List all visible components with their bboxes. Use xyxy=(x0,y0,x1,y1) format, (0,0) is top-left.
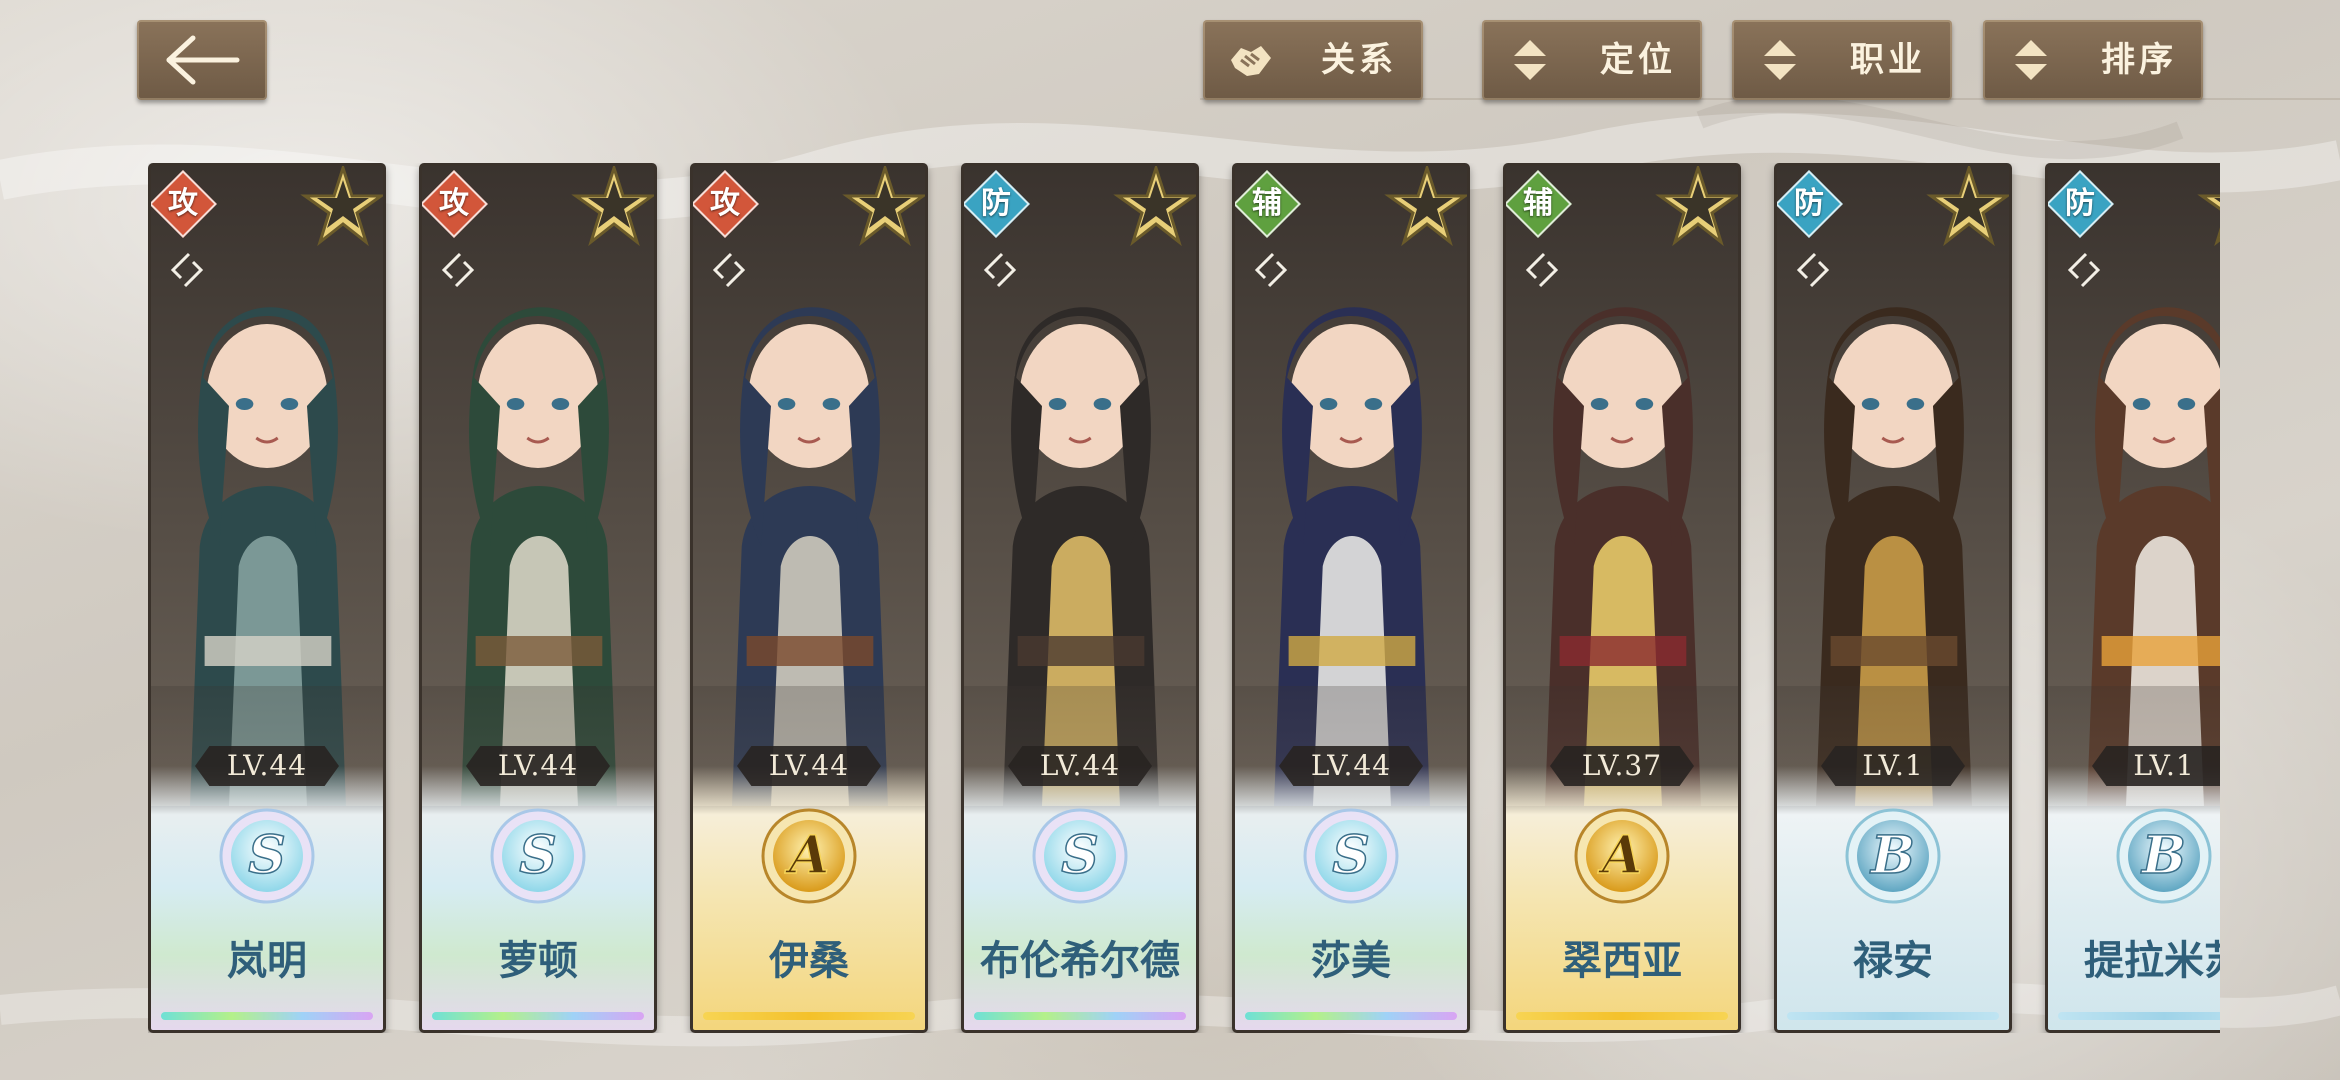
hero-name: 伊桑 xyxy=(769,937,849,984)
hero-name: 翠西亚 xyxy=(1562,937,1682,984)
svg-text:S: S xyxy=(248,825,286,886)
star-icon xyxy=(300,166,383,247)
role-label: 攻 xyxy=(168,186,198,221)
svg-text:S: S xyxy=(519,825,557,886)
hero-card[interactable]: 攻 LV.44 A 伊桑 xyxy=(690,163,928,1033)
level-badge: LV.44 xyxy=(1008,746,1152,786)
link-chain-icon xyxy=(1525,252,1559,288)
link-chain-icon xyxy=(170,252,204,288)
sort-button[interactable]: 排序 xyxy=(1983,20,2203,100)
star-icon xyxy=(1655,166,1738,247)
star-icon xyxy=(1384,166,1467,247)
rarity-s-icon: S xyxy=(1303,808,1399,904)
link-chain-icon xyxy=(1796,252,1830,288)
rarity-s-icon: S xyxy=(219,808,315,904)
role-label: 攻 xyxy=(439,186,469,221)
hero-card[interactable]: 辅 LV.37 A 翠西亚 xyxy=(1503,163,1741,1033)
rarity-b-icon: B xyxy=(2116,808,2212,904)
card-rarity-bar xyxy=(1787,1012,1999,1020)
card-rarity-bar xyxy=(161,1012,373,1020)
class-filter-label: 职业 xyxy=(1850,40,1926,80)
position-filter-label: 定位 xyxy=(1600,40,1676,80)
link-chain-icon xyxy=(1254,252,1288,288)
hero-name: 禄安 xyxy=(1853,937,1933,984)
star-icon xyxy=(1113,166,1196,247)
rarity-a-icon: A xyxy=(761,808,857,904)
card-rarity-bar xyxy=(1245,1012,1457,1020)
svg-text:A: A xyxy=(1597,825,1642,886)
link-chain-icon xyxy=(2067,252,2101,288)
link-chain-icon xyxy=(712,252,746,288)
role-label: 辅 xyxy=(1523,186,1553,221)
back-button[interactable] xyxy=(137,20,267,100)
hero-card[interactable]: 防 LV.1 B 禄安 xyxy=(1774,163,2012,1033)
hero-card[interactable]: 辅 LV.44 S 莎美 xyxy=(1232,163,1470,1033)
level-badge: LV.37 xyxy=(1550,746,1694,786)
sort-label: 排序 xyxy=(2101,40,2177,80)
card-rarity-bar xyxy=(974,1012,1186,1020)
svg-text:S: S xyxy=(1061,825,1099,886)
link-chain-icon xyxy=(983,252,1017,288)
level-badge: LV.44 xyxy=(195,746,339,786)
card-rarity-bar xyxy=(432,1012,644,1020)
svg-text:A: A xyxy=(784,825,829,886)
level-badge: LV.44 xyxy=(737,746,881,786)
role-label: 攻 xyxy=(710,186,740,221)
rarity-s-icon: S xyxy=(1032,808,1128,904)
svg-text:B: B xyxy=(2140,825,2186,886)
level-badge: LV.44 xyxy=(466,746,610,786)
sort-updown-icon xyxy=(1514,40,1546,80)
hero-name: 提拉米苏 xyxy=(2084,937,2220,984)
rarity-b-icon: B xyxy=(1845,808,1941,904)
role-label: 防 xyxy=(1794,186,1824,221)
hero-name: 布伦希尔德 xyxy=(980,937,1180,984)
hero-card[interactable]: 攻 LV.44 S 岚明 xyxy=(148,163,386,1033)
relation-button[interactable]: 关系 xyxy=(1203,20,1423,100)
back-arrow-icon xyxy=(166,35,240,85)
relation-label: 关系 xyxy=(1321,40,1397,80)
card-rarity-bar xyxy=(2058,1012,2220,1020)
star-icon xyxy=(2197,194,2220,247)
sort-updown-icon xyxy=(2015,40,2047,80)
rarity-s-icon: S xyxy=(490,808,586,904)
hero-card[interactable]: 攻 LV.44 S 萝顿 xyxy=(419,163,657,1033)
svg-text:S: S xyxy=(1332,825,1370,886)
hero-card[interactable]: 防 LV.1 B 提拉米苏 xyxy=(2045,163,2220,1033)
class-filter-button[interactable]: 职业 xyxy=(1732,20,1952,100)
hero-card[interactable]: 防 LV.44 S 布伦希尔德 xyxy=(961,163,1199,1033)
role-label: 防 xyxy=(981,186,1011,221)
link-chain-icon xyxy=(441,252,475,288)
level-badge: LV.1 xyxy=(2092,746,2220,786)
rarity-a-icon: A xyxy=(1574,808,1670,904)
level-badge: LV.44 xyxy=(1279,746,1423,786)
sort-updown-icon xyxy=(1764,40,1796,80)
star-icon xyxy=(842,166,925,247)
role-label: 辅 xyxy=(1252,186,1282,221)
position-filter-button[interactable]: 定位 xyxy=(1482,20,1702,100)
card-rarity-bar xyxy=(703,1012,915,1020)
svg-text:B: B xyxy=(1869,825,1915,886)
star-icon xyxy=(1926,166,2009,247)
handshake-icon xyxy=(1231,46,1271,76)
hero-name: 萝顿 xyxy=(498,937,578,984)
hero-name: 岚明 xyxy=(227,937,307,984)
hero-name: 莎美 xyxy=(1311,937,1391,984)
hero-roster[interactable]: 攻 LV.44 S 岚明 攻 LV.44 S 萝顿 攻 LV.44 A 伊桑 防… xyxy=(148,163,2220,1033)
level-badge: LV.1 xyxy=(1821,746,1965,786)
role-label: 防 xyxy=(2065,186,2095,221)
card-rarity-bar xyxy=(1516,1012,1728,1020)
star-icon xyxy=(571,166,654,247)
